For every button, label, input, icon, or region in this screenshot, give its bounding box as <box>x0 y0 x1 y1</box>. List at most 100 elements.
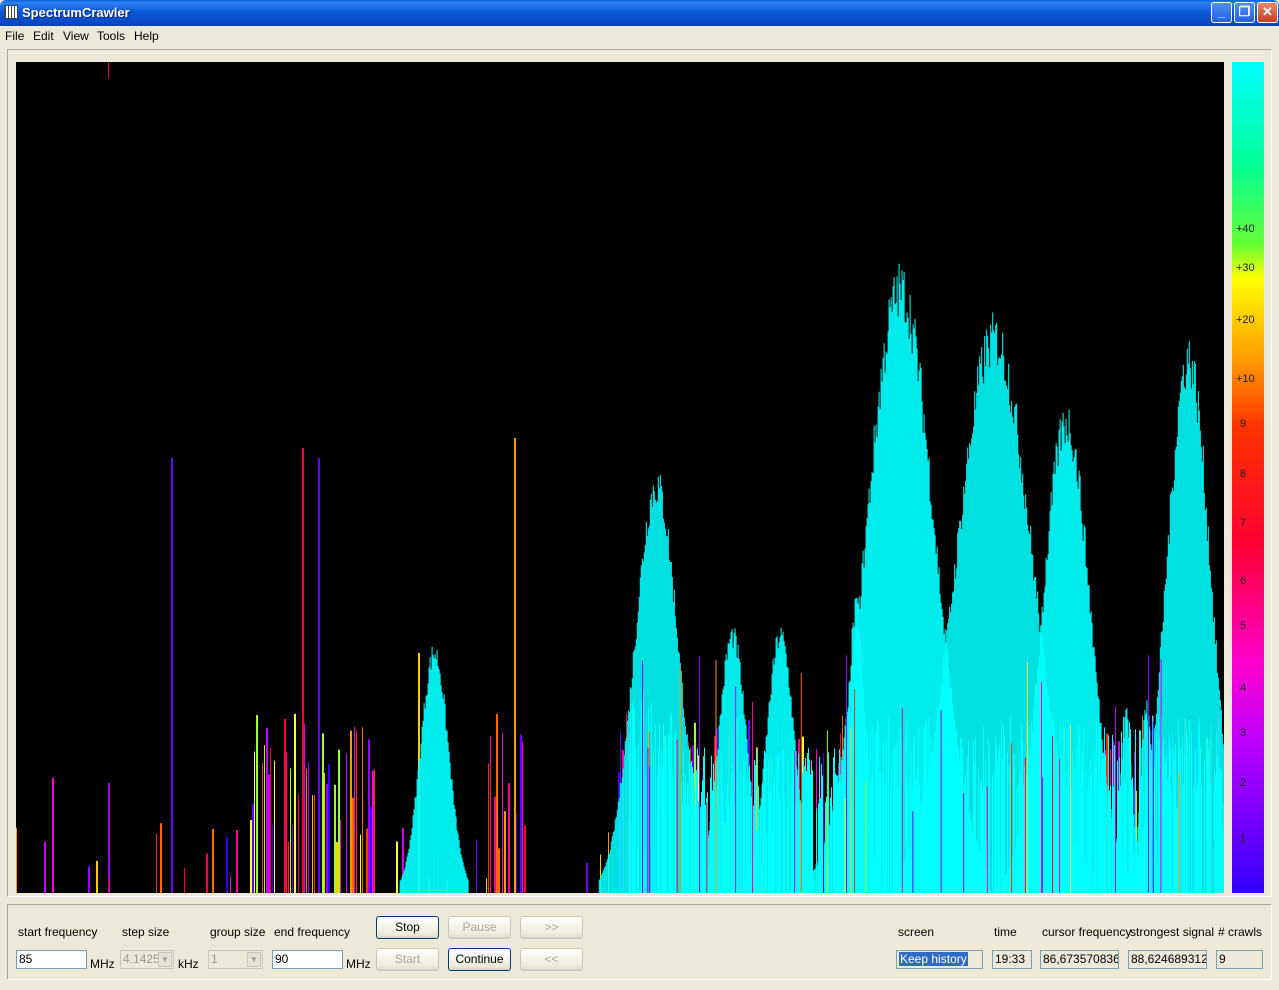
spectrum-bar <box>629 754 630 893</box>
spectrum-bar <box>931 789 932 893</box>
spectrum-bar <box>1109 790 1110 893</box>
menu-view[interactable]: View <box>63 29 89 43</box>
spectrum-bar <box>617 801 619 893</box>
spectrum-bar <box>746 781 747 893</box>
spectrum-bar <box>430 669 432 893</box>
spectrum-bar <box>685 773 686 893</box>
spectrum-bar <box>432 655 434 893</box>
spectrum-bar <box>1040 725 1041 893</box>
spectrum-bar <box>1183 785 1184 893</box>
spectrum-bar <box>854 688 856 893</box>
spectrum-bar <box>708 830 710 893</box>
strongest-signal-field: 88,624689312 <box>1128 950 1207 969</box>
spectrum-bar <box>1139 730 1140 893</box>
spectrum-bar <box>717 785 718 893</box>
pause-button[interactable]: Pause <box>448 916 511 939</box>
spectrum-bar <box>914 734 915 893</box>
spectrum-bar <box>453 804 455 893</box>
spectrum-bar <box>852 803 853 893</box>
start-button[interactable]: Start <box>376 948 439 971</box>
spectrum-bar <box>937 717 938 893</box>
spectrum-bar <box>266 728 268 893</box>
spectrum-bar <box>816 808 817 893</box>
spectrum-bar <box>641 701 642 893</box>
spectrum-bar <box>268 774 270 893</box>
spectrum-bar <box>508 783 510 893</box>
spectrum-bar <box>838 782 839 893</box>
menu-edit[interactable]: Edit <box>33 29 54 43</box>
spectrum-bar <box>630 702 631 893</box>
forward-button[interactable]: >> <box>520 916 583 939</box>
spectrum-bar <box>1024 757 1026 893</box>
spectrum-bar <box>861 739 862 893</box>
spectrum-bar <box>842 786 843 893</box>
spectrum-bar <box>1189 719 1190 893</box>
spectrum-display[interactable] <box>16 62 1224 893</box>
spectrum-bar <box>1193 786 1194 893</box>
spectrum-bar <box>1131 783 1132 893</box>
spectrum-bar <box>322 733 324 893</box>
spectrum-bar <box>1081 762 1082 893</box>
spectrum-bar <box>1051 735 1053 893</box>
spectrum-bar <box>415 796 417 893</box>
spectrum-bar <box>984 785 985 893</box>
spectrum-bar <box>670 712 671 893</box>
start-frequency-input[interactable]: 85 <box>16 950 87 969</box>
spectrum-bar <box>336 841 338 893</box>
spectrum-bar <box>799 806 800 893</box>
spectrum-bar <box>1199 718 1200 893</box>
screen-mode-field[interactable]: Keep history <box>896 950 983 969</box>
spectrum-bar <box>752 701 754 893</box>
spectrum-bar <box>611 836 613 893</box>
spectrum-bar <box>916 778 917 893</box>
spectrum-bar <box>679 667 681 893</box>
spectrum-bar <box>812 770 813 893</box>
spectrum-bar <box>1221 771 1222 893</box>
time-label: time <box>994 925 1017 939</box>
spectrum-bar <box>1114 706 1116 893</box>
spectrum-bar <box>419 758 421 893</box>
spectrum-bar <box>1209 740 1210 893</box>
spectrum-bar <box>778 753 779 893</box>
spectrum-bar <box>1220 769 1221 893</box>
spectrum-bar <box>290 768 291 893</box>
spectrum-bar <box>1182 735 1183 893</box>
maximize-button[interactable]: ❐ <box>1234 2 1255 23</box>
spectrum-bar <box>784 645 786 893</box>
spectrum-bar <box>1168 775 1169 893</box>
close-button[interactable]: ✕ <box>1257 2 1278 23</box>
menu-tools[interactable]: Tools <box>97 29 125 43</box>
spectrum-bar <box>769 794 770 893</box>
spectrum-bar <box>1162 747 1163 893</box>
step-size-unit: kHz <box>178 957 199 971</box>
spectrum-graph <box>16 62 1224 893</box>
spectrum-bar <box>882 775 883 893</box>
spectrum-bar <box>88 866 90 893</box>
stop-button[interactable]: Stop <box>376 916 439 939</box>
spectrum-bar <box>422 720 424 893</box>
spectrum-bar <box>738 658 740 893</box>
spectrum-bar <box>762 782 763 893</box>
minimize-button[interactable]: _ <box>1211 2 1232 23</box>
spectrum-bar <box>787 806 788 893</box>
spectrum-bar <box>1151 750 1152 893</box>
spectrum-bar <box>934 735 935 893</box>
spectrum-bar <box>1067 771 1068 893</box>
menu-help[interactable]: Help <box>134 29 159 43</box>
spectrum-bar <box>1053 788 1054 893</box>
end-frequency-input[interactable]: 90 <box>272 950 343 969</box>
spectrum-bar <box>607 854 609 893</box>
spectrum-bar <box>274 760 275 893</box>
spectrum-bar <box>1143 720 1145 893</box>
continue-button[interactable]: Continue <box>448 948 511 971</box>
menu-file[interactable]: File <box>5 29 24 43</box>
spectrum-bar <box>314 795 315 893</box>
scale-label: 7 <box>1240 517 1247 529</box>
spectrum-bar <box>1208 749 1209 893</box>
spectrum-bar <box>645 776 646 893</box>
spectrum-bar <box>1217 755 1218 893</box>
back-button[interactable]: << <box>520 948 583 971</box>
spectrum-bar <box>1035 683 1037 893</box>
menu-bar: File Edit View Tools Help <box>0 26 1279 45</box>
spectrum-bar <box>184 868 185 893</box>
